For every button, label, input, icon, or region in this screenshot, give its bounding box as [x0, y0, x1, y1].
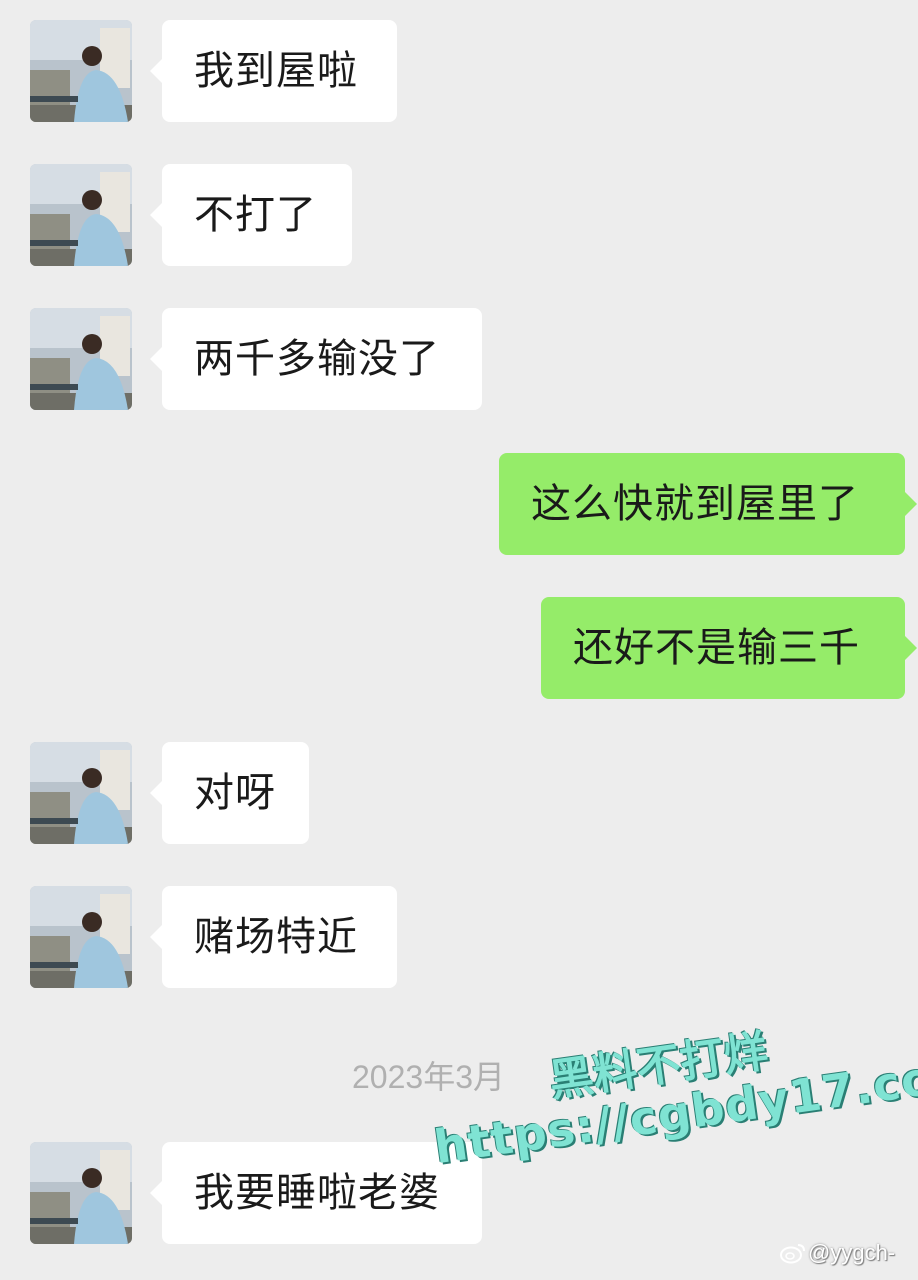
- message-timestamp: 2023年3月: [352, 1059, 505, 1095]
- weibo-icon: [780, 1242, 806, 1264]
- message-bubble[interactable]: 对呀: [150, 742, 309, 844]
- message-bubble[interactable]: 两千多输没了: [150, 308, 482, 410]
- message-bubble[interactable]: 还好不是输三千: [541, 597, 917, 699]
- avatar-photo: [30, 20, 132, 122]
- avatar[interactable]: [30, 20, 132, 122]
- avatar[interactable]: [30, 1142, 132, 1244]
- avatar-photo: [30, 164, 132, 266]
- avatar[interactable]: [30, 164, 132, 266]
- message-bubble[interactable]: 我到屋啦: [150, 20, 397, 122]
- message-bubble[interactable]: 我要睡啦老婆: [150, 1142, 482, 1244]
- avatar-photo: [30, 308, 132, 410]
- avatar[interactable]: [30, 886, 132, 988]
- weibo-handle-text: @yygch-: [808, 1240, 896, 1265]
- avatar-photo: [30, 1142, 132, 1244]
- weibo-handle: @yygch-: [780, 1240, 895, 1266]
- message-bubble[interactable]: 这么快就到屋里了: [499, 453, 917, 555]
- message-bubble[interactable]: 赌场特近: [150, 886, 397, 988]
- message-bubble[interactable]: 不打了: [150, 164, 352, 266]
- avatar[interactable]: [30, 308, 132, 410]
- avatar-photo: [30, 742, 132, 844]
- avatar[interactable]: [30, 742, 132, 844]
- avatar-photo: [30, 886, 132, 988]
